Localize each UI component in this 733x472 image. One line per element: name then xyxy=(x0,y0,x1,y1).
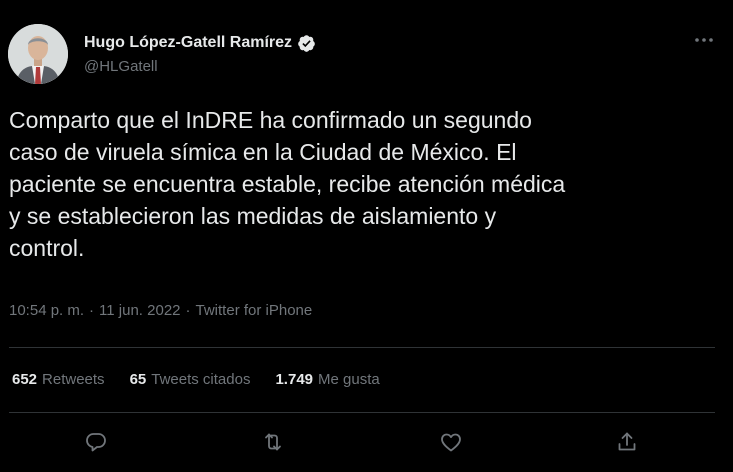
tweet-text: Comparto que el InDRE ha confirmado un s… xyxy=(9,104,724,264)
retweet-button[interactable] xyxy=(259,428,287,456)
like-icon xyxy=(441,433,461,452)
likes-count: 1.749 xyxy=(275,371,314,388)
quote-tweets-stat[interactable]: 65 Tweets citados xyxy=(130,371,251,388)
retweet-icon xyxy=(265,433,281,451)
tweet-text-line: y se establecieron las medidas de aislam… xyxy=(9,203,497,229)
author-display-name[interactable]: Hugo López-Gatell Ramírez xyxy=(84,34,292,52)
tweet-stats: 652 Retweets 65 Tweets citados 1.749 Me … xyxy=(12,371,405,388)
tweet-text-line: paciente se encuentra estable, recibe at… xyxy=(9,171,566,197)
tweet-text-line: Comparto que el InDRE ha confirmado un s… xyxy=(9,107,532,133)
tweet-metadata: 10:54 p. m. · 11 jun. 2022 · Twitter for… xyxy=(9,302,312,319)
tweet: Hugo López-Gatell Ramírez @HLGatell Comp… xyxy=(0,0,733,472)
action-bar xyxy=(0,424,733,460)
tweet-source[interactable]: Twitter for iPhone xyxy=(196,302,313,319)
likes-stat[interactable]: 1.749 Me gusta xyxy=(275,371,379,388)
retweets-stat[interactable]: 652 Retweets xyxy=(12,371,105,388)
share-icon xyxy=(618,432,636,451)
tweet-text-line: caso de viruela símica en la Ciudad de M… xyxy=(9,139,517,165)
retweets-count: 652 xyxy=(12,371,38,388)
divider xyxy=(9,412,715,413)
quotes-count: 65 xyxy=(129,371,147,388)
tweet-date[interactable]: 11 jun. 2022 xyxy=(99,302,180,319)
share-button[interactable] xyxy=(613,428,641,456)
tweet-time[interactable]: 10:54 p. m. xyxy=(9,302,84,319)
author-name-row[interactable]: Hugo López-Gatell Ramírez xyxy=(84,33,316,53)
reply-icon xyxy=(86,433,106,452)
tweet-text-line: control. xyxy=(9,235,85,261)
more-dots-icon xyxy=(695,38,713,42)
meta-separator: · xyxy=(185,302,191,319)
retweets-label: Retweets xyxy=(42,371,105,388)
divider xyxy=(9,347,715,348)
meta-separator: · xyxy=(89,302,95,319)
likes-label: Me gusta xyxy=(318,371,380,388)
profile-photo-icon xyxy=(8,24,68,84)
verified-badge-icon xyxy=(298,34,315,52)
reply-button[interactable] xyxy=(82,428,110,456)
like-button[interactable] xyxy=(437,428,465,456)
more-options-button[interactable] xyxy=(689,30,719,50)
author-handle[interactable]: @HLGatell xyxy=(84,58,158,75)
avatar[interactable] xyxy=(8,24,68,84)
quotes-label: Tweets citados xyxy=(151,371,251,388)
